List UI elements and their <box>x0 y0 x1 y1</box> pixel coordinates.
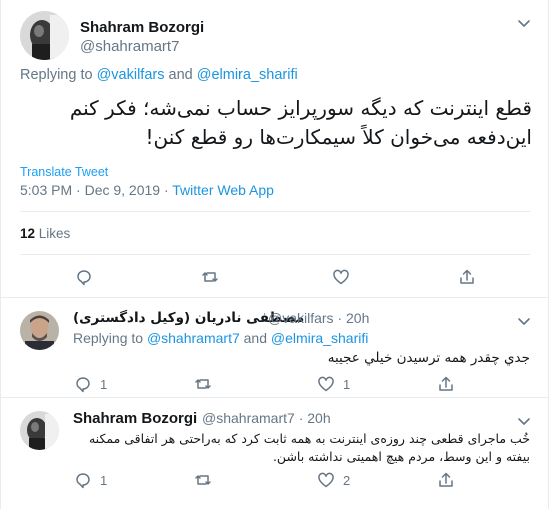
chevron-down-icon[interactable] <box>515 14 533 32</box>
author-name[interactable]: Shahram Bozorgi <box>80 19 204 36</box>
reply-icon <box>76 377 90 393</box>
retweet-button[interactable] <box>201 268 219 286</box>
replying-prefix: Replying to <box>73 330 144 346</box>
translate-tweet-link[interactable]: Translate Tweet <box>20 165 108 179</box>
reply-button[interactable]: 1 <box>74 471 107 489</box>
reply-icon <box>76 473 90 489</box>
likes-stat[interactable]: 12 Likes <box>20 226 70 241</box>
avatar[interactable] <box>20 11 69 60</box>
share-icon <box>439 472 453 487</box>
retweet-icon <box>195 379 211 389</box>
replying-and: and <box>168 67 193 83</box>
replying-and: and <box>243 330 267 346</box>
share-button[interactable] <box>437 375 455 393</box>
like-icon <box>333 269 349 285</box>
replying-to: Replying to @shahramart7 and @elmira_sha… <box>73 330 368 346</box>
retweet-button[interactable] <box>194 375 220 393</box>
reply-count: 1 <box>100 472 108 488</box>
like-count: 1 <box>343 376 351 392</box>
likes-label: Likes <box>38 226 71 241</box>
divider <box>1 397 549 398</box>
source-link[interactable]: Twitter Web App <box>172 182 274 198</box>
tweet-meta: 5:03 PM · Dec 9, 2019 · Twitter Web App <box>20 182 274 198</box>
replying-prefix: Replying to <box>20 67 93 83</box>
author-handle[interactable]: @vakilfars · 20h <box>268 310 369 326</box>
tweet-page: Shahram Bozorgi @shahramart7 Replying to… <box>0 0 549 509</box>
tweet-text-line: این‌دفعه می‌خوان کلاً سیمکارت‌ها رو قطع … <box>145 125 532 149</box>
retweet-button[interactable] <box>194 471 220 489</box>
mention-link[interactable]: @shahramart7 <box>147 330 240 346</box>
reply-text-line: خُب ماجرای قطعی چند روزه‌ی اینترنت به هم… <box>88 431 530 446</box>
tweet-text-line: قطع اینترنت که دیگه سورپرایز حساب نمی‌شه… <box>69 96 532 120</box>
reply-text: جدي چقدر همه ترسيدن خيلي عجيبه <box>327 350 530 366</box>
divider <box>20 211 530 212</box>
divider <box>20 254 530 255</box>
share-button[interactable] <box>437 471 455 489</box>
timestamp[interactable]: 5:03 PM · Dec 9, 2019 · <box>20 182 172 198</box>
reply-button[interactable] <box>75 268 93 286</box>
main-tweet: Shahram Bozorgi @shahramart7 Replying to… <box>1 0 549 298</box>
mention-link[interactable]: @elmira_sharifi <box>197 67 298 83</box>
chevron-down-icon[interactable] <box>515 412 533 430</box>
like-icon <box>318 376 334 392</box>
reply-icon <box>77 270 91 286</box>
reply-button[interactable]: 1 <box>74 375 107 393</box>
like-button[interactable]: 2 <box>317 471 350 489</box>
mention-link[interactable]: @elmira_sharifi <box>271 330 368 346</box>
like-icon <box>318 472 334 488</box>
reply-count: 1 <box>100 376 108 392</box>
share-icon <box>439 376 453 391</box>
like-button[interactable]: 1 <box>317 375 350 393</box>
author-handle[interactable]: @shahramart7 <box>80 38 179 55</box>
avatar[interactable] <box>20 311 59 350</box>
author-handle[interactable]: @shahramart7 · 20h <box>202 410 331 426</box>
avatar[interactable] <box>20 411 59 450</box>
reply-text-line: بیفته و این وسط، مردم هیچ اهمیتی نداشته … <box>272 449 530 464</box>
retweet-icon <box>202 272 218 282</box>
author-name[interactable]: Shahram Bozorgi <box>73 410 197 427</box>
likes-count: 12 <box>20 226 36 241</box>
retweet-icon <box>195 475 211 485</box>
replying-to: Replying to @vakilfars and @elmira_shari… <box>20 67 298 83</box>
chevron-down-icon[interactable] <box>515 312 533 330</box>
share-button[interactable] <box>458 268 476 286</box>
mention-link[interactable]: @vakilfars <box>97 67 165 83</box>
like-button[interactable] <box>332 268 350 286</box>
like-count: 2 <box>343 472 351 488</box>
share-icon <box>460 269 474 284</box>
divider <box>1 297 549 298</box>
